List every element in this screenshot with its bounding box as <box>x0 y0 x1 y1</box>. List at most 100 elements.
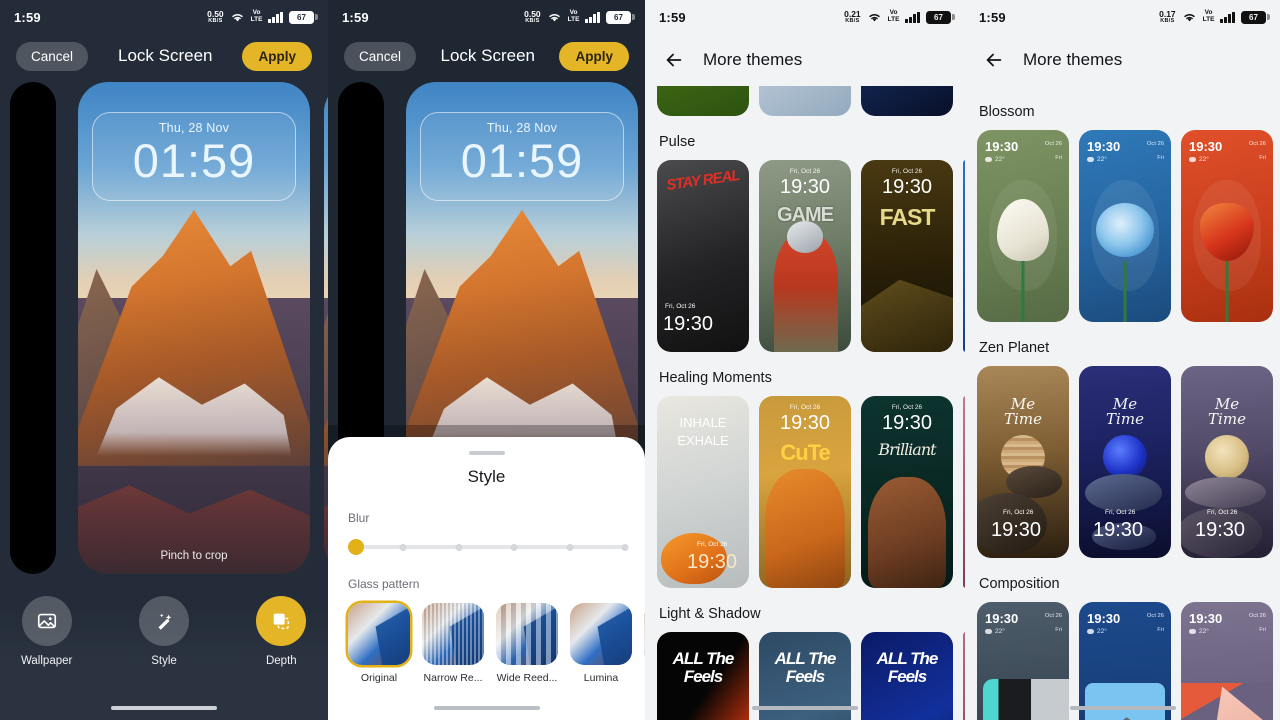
theme-thumb-inhale[interactable]: INHALE EXHALE Fri, Oct 26 19:30 <box>657 396 749 588</box>
theme-weather: 22° <box>985 156 1005 163</box>
tool-wallpaper[interactable]: Wallpaper <box>0 596 93 667</box>
battery-icon: 67 <box>289 10 318 24</box>
theme-date: Oct 26 <box>1248 613 1266 619</box>
signal-bars-icon <box>585 11 600 23</box>
theme-time: 19:30 <box>991 519 1042 541</box>
network-speed-indicator: 0.50 KB/S <box>524 9 541 24</box>
panel-more-themes-1: 1:59 0.21 KB/S Vo LTE 67 More themes Pul… <box>645 0 965 720</box>
tool-depth[interactable]: Depth <box>235 596 328 667</box>
lock-date: Thu, 28 Nov <box>158 121 230 135</box>
theme-thumb-game[interactable]: Fri, Oct 26 19:30 GAME <box>759 160 851 352</box>
theme-row-blossom[interactable]: 19:30 Oct 26 Fri 22° 19:30 Oct 26 Fri 22… <box>965 130 1280 322</box>
slider-step <box>621 543 629 551</box>
theme-row-healing[interactable]: INHALE EXHALE Fri, Oct 26 19:30 Fri, Oct… <box>645 396 965 588</box>
battery-icon: 67 <box>926 10 955 24</box>
theme-thumb-zen-jupiter[interactable]: Me Time Fri, Oct 26 19:30 <box>977 366 1069 558</box>
signal-bars-icon <box>905 11 920 23</box>
volte-icon: Vo LTE <box>1202 9 1215 23</box>
theme-date: Fri, Oct 26 <box>789 404 821 411</box>
theme-date: Fri, Oct 26 <box>789 168 821 175</box>
slider-knob[interactable] <box>348 539 364 555</box>
home-indicator[interactable] <box>433 705 540 710</box>
sheet-grabber[interactable] <box>468 451 505 455</box>
lock-time: 01:59 <box>460 134 584 187</box>
back-arrow-icon[interactable] <box>983 49 1005 71</box>
theme-thumb-tulip-red[interactable]: 19:30 Oct 26 Fri 22° <box>1181 130 1273 322</box>
theme-thumb[interactable] <box>657 86 749 116</box>
pattern-option-lumina[interactable]: Lumina <box>570 603 632 684</box>
theme-weather: 22° <box>1087 628 1107 635</box>
theme-thumb[interactable] <box>861 86 953 116</box>
apply-button[interactable]: Apply <box>559 41 629 71</box>
status-bar-3: 1:59 0.21 KB/S Vo LTE 67 <box>645 0 965 34</box>
theme-date: Oct 26 <box>1146 141 1164 147</box>
theme-time: 19:30 <box>985 611 1019 626</box>
blur-slider[interactable] <box>348 539 629 555</box>
theme-thumb-feels-blue[interactable]: ALL The Feels <box>861 632 953 720</box>
section-title-composition: Composition <box>979 576 1060 592</box>
theme-thumb-arch-teal[interactable]: 19:30 Oct 26 Fri 22° <box>977 602 1069 720</box>
pattern-option-original[interactable]: Original <box>348 603 410 684</box>
theme-thumb-lily-green[interactable]: 19:30 Oct 26 Fri 22° <box>977 130 1069 322</box>
pattern-label: Wide Reed... <box>496 672 558 684</box>
theme-thumb-fast[interactable]: Fri, Oct 26 19:30 FAST <box>861 160 953 352</box>
theme-row-zen-planet[interactable]: Me Time Fri, Oct 26 19:30 Me Time Fri, O… <box>965 366 1280 558</box>
theme-script-label: Me Time <box>1106 394 1144 429</box>
wallpaper-preview-card[interactable]: Thu, 28 Nov 01:59 Pinch to crop <box>78 82 310 574</box>
theme-thumb-brilliant[interactable]: Fri, Oct 26 19:30 Brilliant <box>861 396 953 588</box>
theme-date: Fri, Oct 26 <box>891 168 923 175</box>
status-icons: 0.50 KB/S Vo LTE 67 <box>207 9 318 24</box>
wifi-icon <box>548 14 560 22</box>
theme-thumb-arch-blue[interactable]: 19:30 Oct 26 Fri 22° <box>1079 602 1171 720</box>
section-title-blossom: Blossom <box>979 104 1035 120</box>
theme-day: Fri <box>1055 155 1062 161</box>
status-icons: 0.17 KB/S Vo LTE 67 <box>1159 9 1270 24</box>
theme-thumb-zen-moon[interactable]: Me Time Fri, Oct 26 19:30 <box>1181 366 1273 558</box>
blur-label: Blur <box>348 511 370 525</box>
pattern-option-wide-reed[interactable]: Wide Reed... <box>496 603 558 684</box>
wallpaper-carousel[interactable]: Thu, 28 Nov 01:59 Pinch to crop Thu, Cle… <box>0 78 328 578</box>
status-icons: 0.21 KB/S Vo LTE 67 <box>844 9 955 24</box>
signal-bars-icon <box>1220 11 1235 23</box>
theme-time: 19:30 <box>687 551 738 573</box>
theme-row-composition[interactable]: 19:30 Oct 26 Fri 22° 19:30 Oct 26 Fri 22… <box>965 602 1280 720</box>
theme-art-label: Brilliant <box>878 440 936 459</box>
pattern-option-narrow-reed[interactable]: Narrow Re... <box>422 603 484 684</box>
theme-thumb-feels-red[interactable]: ALL The Feels <box>657 632 749 720</box>
theme-time: 19:30 <box>1195 519 1246 541</box>
carousel-card-previous[interactable] <box>10 82 56 574</box>
theme-row-clipped[interactable] <box>645 86 965 116</box>
theme-row-pulse[interactable]: STAY REAL Fri, Oct 26 19:30 Fri, Oct 26 … <box>645 160 965 352</box>
theme-day: Fri <box>1157 155 1164 161</box>
home-indicator[interactable] <box>1069 705 1176 710</box>
pattern-label: Original <box>360 672 398 684</box>
cancel-button[interactable]: Cancel <box>344 41 417 71</box>
theme-script-label: Me Time <box>1004 394 1042 429</box>
glass-pattern-list[interactable]: Original Narrow Re... Wide Reed... Lumin… <box>348 603 645 684</box>
apply-button[interactable]: Apply <box>242 41 312 71</box>
themes-scroll-area-4[interactable]: Blossom 19:30 Oct 26 Fri 22° 19:30 Oct 2… <box>965 86 1280 720</box>
home-indicator[interactable] <box>111 705 217 710</box>
status-time: 1:59 <box>14 9 41 25</box>
page-title: More themes <box>703 50 803 69</box>
theme-day: Fri <box>1157 627 1164 633</box>
tool-style[interactable]: Style <box>117 596 210 667</box>
theme-thumb-peony-blue[interactable]: 19:30 Oct 26 Fri 22° <box>1079 130 1171 322</box>
theme-date: Oct 26 <box>1044 141 1062 147</box>
back-arrow-icon[interactable] <box>663 49 685 71</box>
clock-widget[interactable]: Thu, 28 Nov 01:59 <box>92 112 296 201</box>
home-indicator[interactable] <box>752 705 858 710</box>
theme-thumb-arch-purple[interactable]: 19:30 Oct 26 Fri 22° <box>1181 602 1273 720</box>
themes-header-3: More themes <box>645 34 965 86</box>
theme-thumb[interactable] <box>759 86 851 116</box>
status-time: 1:59 <box>342 9 369 25</box>
themes-scroll-area-3[interactable]: Pulse STAY REAL Fri, Oct 26 19:30 Fri, O… <box>645 86 965 720</box>
clock-widget[interactable]: Thu, 28 Nov 01:59 <box>420 112 624 201</box>
theme-day: Fri <box>1259 627 1266 633</box>
cancel-button[interactable]: Cancel <box>16 41 89 71</box>
theme-art-label: ALL The Feels <box>774 649 837 686</box>
theme-thumb-zen-blue[interactable]: Me Time Fri, Oct 26 19:30 <box>1079 366 1171 558</box>
theme-day: Fri <box>1055 627 1062 633</box>
theme-thumb-stay-real[interactable]: STAY REAL Fri, Oct 26 19:30 <box>657 160 749 352</box>
theme-thumb-cute[interactable]: Fri, Oct 26 19:30 CuTe <box>759 396 851 588</box>
